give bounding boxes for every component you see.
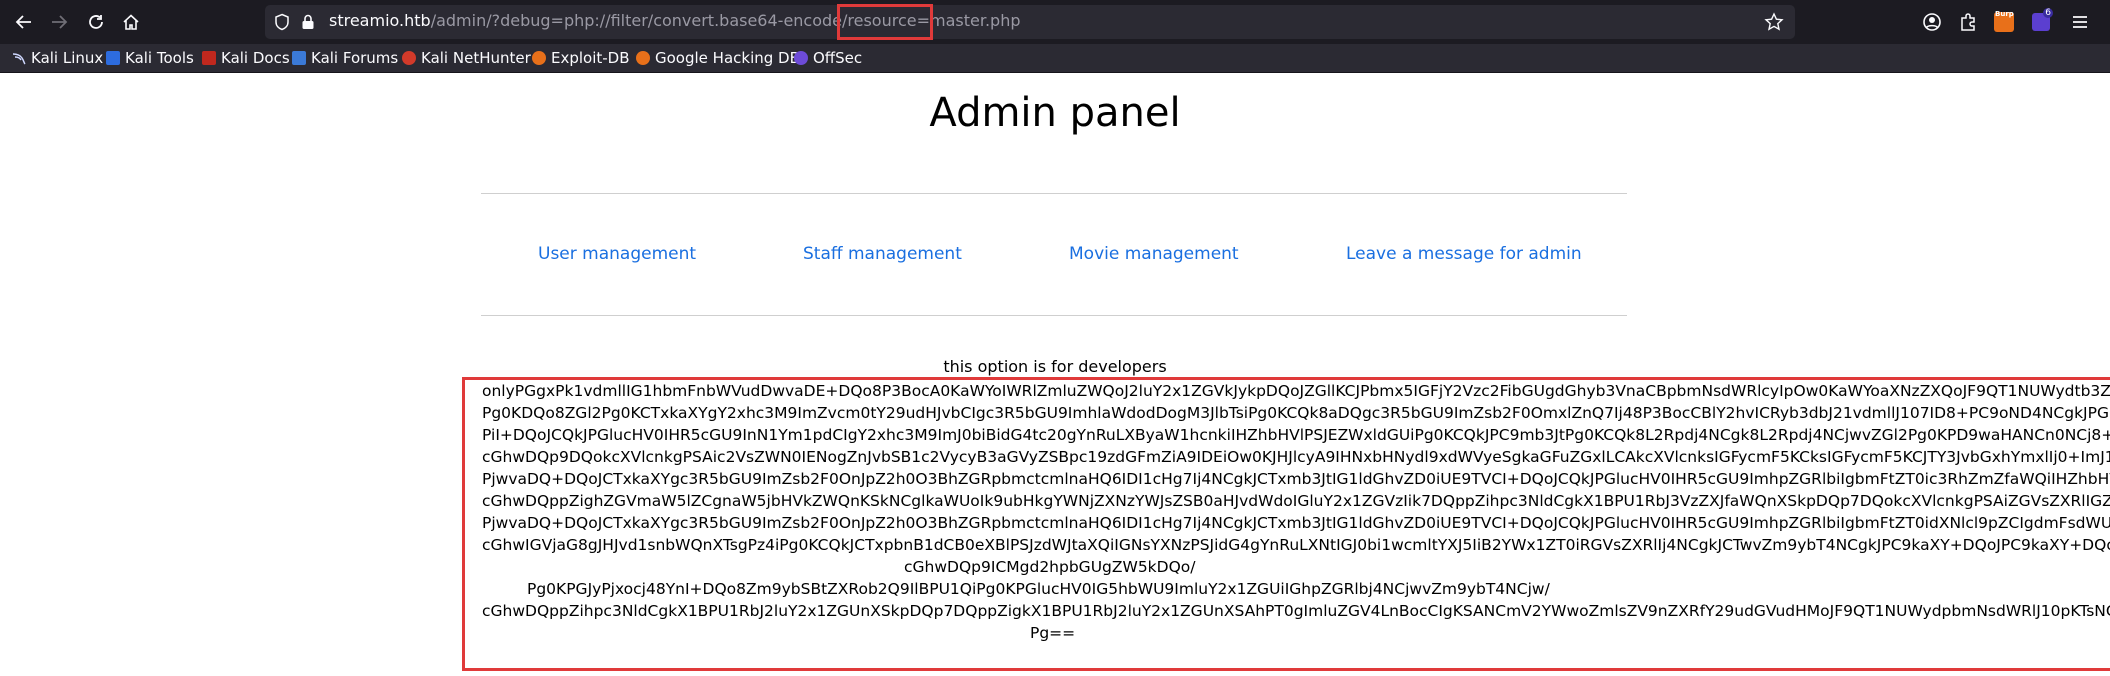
addon-badge-icon[interactable]: 6 bbox=[2029, 8, 2053, 34]
base64-line: cGhwDQp9DQokcXVlcnkgPSAic2VsZWN0IENogZnJ… bbox=[482, 448, 2110, 466]
base64-line: cGhwDQppZighZGVmaW5lZCgnaW5jbHVkZWQnKSkN… bbox=[482, 492, 2110, 510]
account-icon[interactable] bbox=[1920, 10, 1944, 34]
nav-staff-management-link[interactable]: Staff management bbox=[803, 244, 962, 264]
base64-line: cGhwDQp9ICMgd2hpbGUgZW5kDQo/ bbox=[904, 558, 1196, 576]
base64-line: cGhwDQppZihpc3NldCgkX1BPU1RbJ2luY2x1ZGUn… bbox=[482, 602, 2110, 620]
base64-line: Pg== bbox=[1030, 624, 1076, 642]
base64-line: onlyPGgxPk1vdmllIG1hbmFnbWVudDwvaDE+DQo8… bbox=[482, 382, 2110, 400]
browser-toolbar: streamio.htb/admin/?debug=php://filter/c… bbox=[0, 0, 2110, 44]
bookmark-kali-forums[interactable]: Kali Forums bbox=[292, 49, 398, 67]
developer-note: this option is for developers bbox=[943, 357, 1167, 376]
shield-icon[interactable] bbox=[273, 13, 291, 31]
base64-line: PjwvaDQ+DQoJCTxkaXYgc3R5bGU9ImZsb2F0OnJp… bbox=[482, 514, 2110, 532]
bookmark-google-hacking-db[interactable]: Google Hacking DB bbox=[636, 49, 800, 67]
bookmark-label: Kali Docs bbox=[221, 49, 290, 67]
bookmark-label: Exploit-DB bbox=[551, 49, 630, 67]
base64-output-box: onlyPGgxPk1vdmllIG1hbmFnbWVudDwvaDE+DQo8… bbox=[462, 377, 2110, 671]
kali-docs-icon bbox=[202, 51, 216, 65]
hamburger-menu-icon[interactable] bbox=[2068, 10, 2092, 34]
divider-top bbox=[481, 193, 1627, 194]
bookmark-label: Google Hacking DB bbox=[655, 49, 800, 67]
offsec-icon bbox=[794, 51, 808, 65]
lock-icon[interactable] bbox=[299, 13, 317, 31]
nav-leave-message-link[interactable]: Leave a message for admin bbox=[1346, 244, 1582, 264]
page-title: Admin panel bbox=[929, 90, 1181, 136]
kali-dragon-icon bbox=[12, 51, 26, 65]
base64-line: cGhwIGVjaG8gJHJvd1snbWQnXTsgPz4iPg0KCQkJ… bbox=[482, 536, 2110, 554]
extensions-icon[interactable] bbox=[1956, 10, 1980, 34]
bookmark-label: Kali NetHunter bbox=[421, 49, 531, 67]
bookmark-kali-linux[interactable]: Kali Linux bbox=[12, 49, 103, 67]
base64-line: Pg0KDQo8ZGl2Pg0KCTxkaXYgY2xhc3M9ImZvcm0t… bbox=[482, 404, 2110, 422]
home-icon[interactable] bbox=[117, 8, 145, 36]
kali-forums-icon bbox=[292, 51, 306, 65]
bookmark-kali-nethunter[interactable]: Kali NetHunter bbox=[402, 49, 531, 67]
addon-badge-count: 6 bbox=[2043, 8, 2053, 18]
bookmark-kali-docs[interactable]: Kali Docs bbox=[202, 49, 290, 67]
bookmark-label: OffSec bbox=[813, 49, 863, 67]
burp-extension-icon[interactable]: Burp bbox=[1992, 10, 2016, 34]
bookmark-offsec[interactable]: OffSec bbox=[794, 49, 862, 67]
google-hacking-db-icon bbox=[636, 51, 650, 65]
kali-nethunter-icon bbox=[402, 51, 416, 65]
bookmark-exploit-db[interactable]: Exploit-DB bbox=[532, 49, 630, 67]
bookmark-label: Kali Linux bbox=[31, 49, 104, 67]
back-arrow-icon[interactable] bbox=[10, 8, 38, 36]
base64-line: PiI+DQoJCQkJPGlucHV0IHR5cGU9InN1Ym1pdCIg… bbox=[482, 426, 2110, 444]
forward-arrow-icon[interactable] bbox=[45, 8, 73, 36]
burp-label: Burp bbox=[1995, 10, 2014, 18]
bookmark-label: Kali Forums bbox=[311, 49, 399, 67]
url-highlight-box bbox=[837, 4, 933, 40]
base64-line: PjwvaDQ+DQoJCTxkaXYgc3R5bGU9ImZsb2F0OnJp… bbox=[482, 470, 2110, 488]
divider-bottom bbox=[481, 315, 1627, 316]
nav-movie-management-link[interactable]: Movie management bbox=[1069, 244, 1239, 264]
base64-line: Pg0KPGJyPjxocj48YnI+DQo8Zm9ybSBtZXRob2Q9… bbox=[527, 580, 1550, 598]
bookmark-star-icon[interactable] bbox=[1764, 12, 1784, 32]
exploit-db-icon bbox=[532, 51, 546, 65]
nav-user-management-link[interactable]: User management bbox=[538, 244, 696, 264]
reload-icon[interactable] bbox=[82, 8, 110, 36]
url-host: streamio.htb bbox=[329, 11, 431, 30]
bookmark-label: Kali Tools bbox=[125, 49, 194, 67]
bookmark-kali-tools[interactable]: Kali Tools bbox=[106, 49, 194, 67]
bookmarks-toolbar: Kali Linux Kali Tools Kali Docs Kali For… bbox=[0, 44, 2110, 73]
kali-tools-icon bbox=[106, 51, 120, 65]
